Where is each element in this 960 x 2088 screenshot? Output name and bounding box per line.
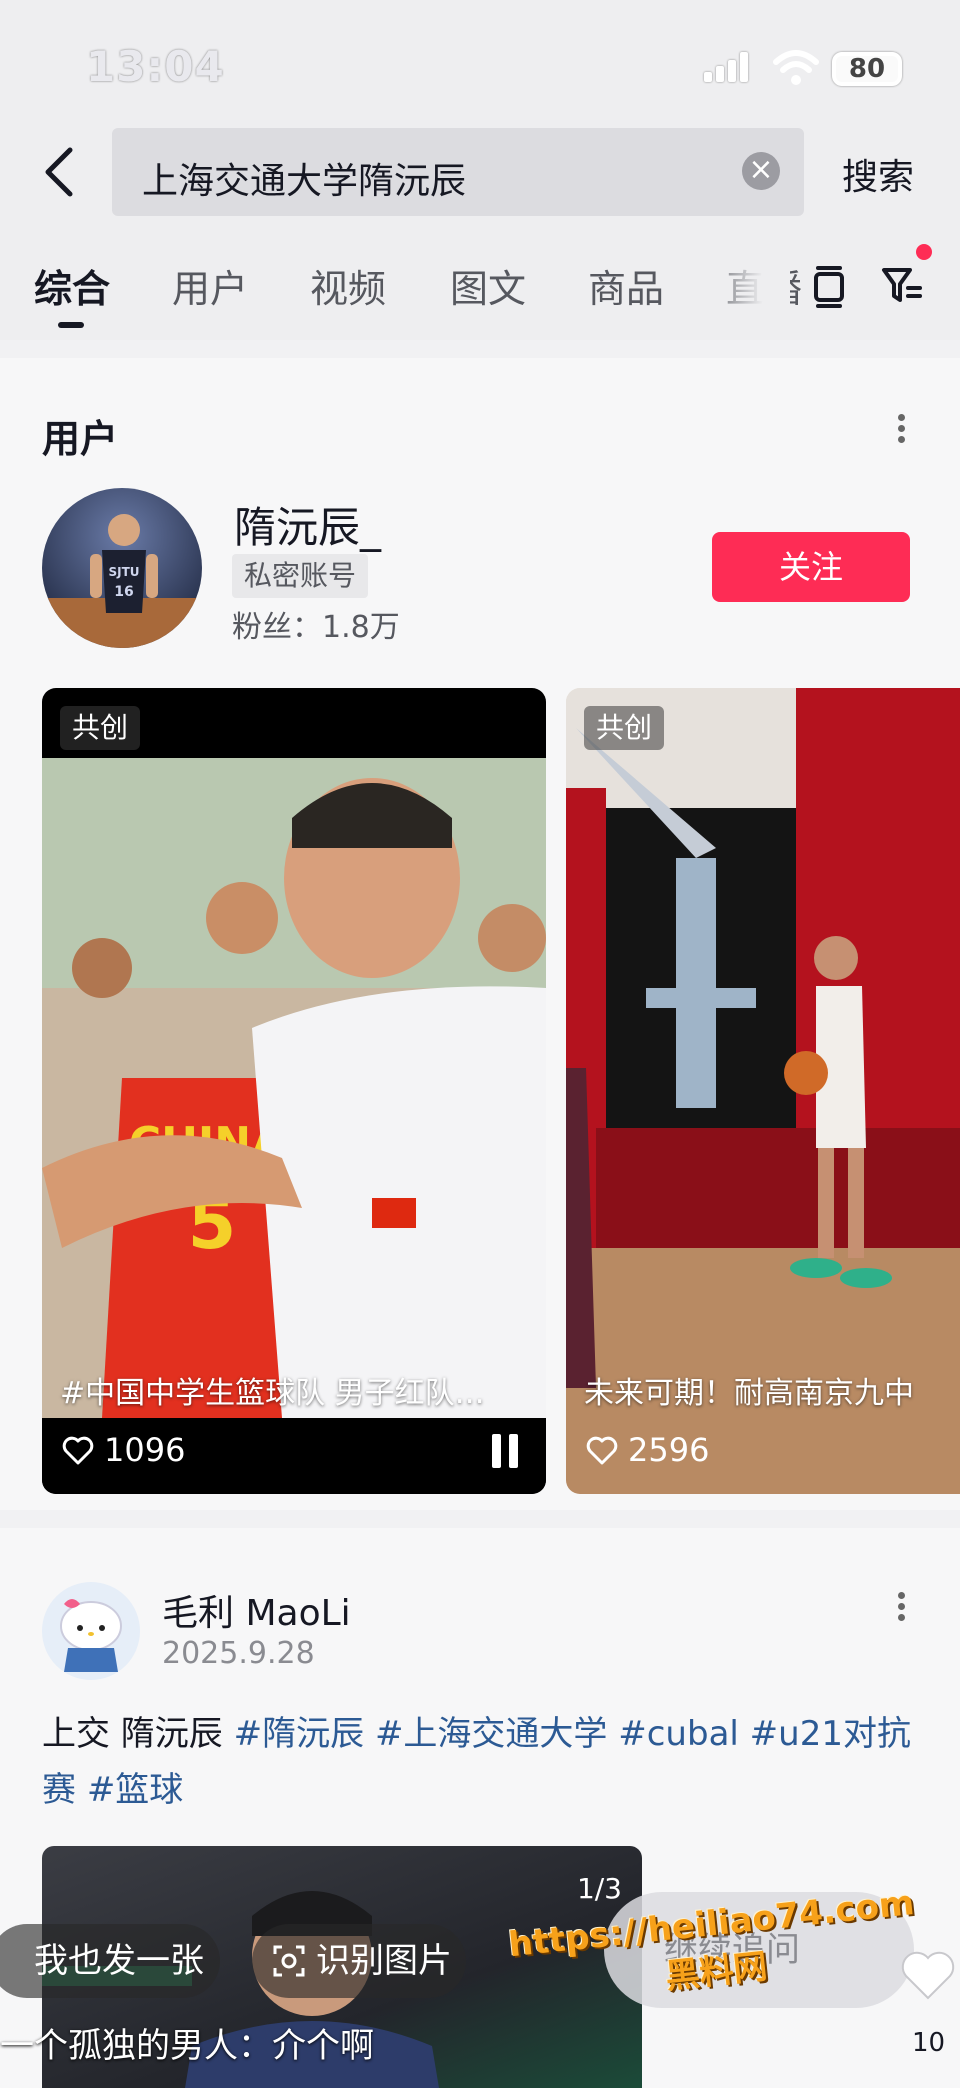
status-time: 13:04	[86, 42, 225, 91]
section-title: 用户	[42, 417, 119, 461]
video-thumbnail[interactable]: 共创 未来可期！耐高南京九中 2596	[566, 688, 960, 1494]
bottom-caption: 一个孤独的男人：介个啊	[0, 2026, 374, 2066]
heart-icon	[62, 1436, 94, 1465]
co-creation-tag: 共创	[584, 706, 665, 750]
cellular-signal-icon	[704, 52, 754, 82]
filter-notification-dot	[916, 244, 932, 260]
active-tab-indicator	[58, 322, 84, 328]
more-options-icon[interactable]	[886, 1588, 916, 1628]
battery-indicator: 80	[832, 52, 902, 86]
user-name[interactable]: 隋沅辰_	[234, 494, 381, 555]
post-text-plain: 上交 隋沅辰	[42, 1714, 234, 1754]
tab-images-text[interactable]: 图文	[450, 258, 526, 313]
video-likes: 2596	[586, 1428, 709, 1472]
back-arrow-icon[interactable]	[36, 142, 86, 202]
likes-count: 2596	[628, 1431, 710, 1469]
heart-icon	[586, 1436, 618, 1465]
hashtag[interactable]: #cubal	[618, 1714, 739, 1754]
search-query[interactable]: 上海交通大学隋沅辰	[142, 152, 466, 204]
chip-label: 我也发一张	[34, 1941, 204, 1981]
svg-text:SJTU: SJTU	[108, 565, 139, 579]
status-bar: 13:04 80	[0, 0, 960, 120]
tab-videos[interactable]: 视频	[310, 258, 386, 313]
follower-count: 粉丝：1.8万	[232, 610, 400, 645]
hashtag[interactable]: #上海交通大学	[375, 1714, 608, 1754]
tab-products[interactable]: 商品	[588, 258, 664, 313]
post-author[interactable]: 毛利 MaoLi	[162, 1584, 351, 1636]
user-result-card: 用户 SJTU 16 隋沅辰_ 私密账号 粉丝：1.8万 关注 CHINA 5	[0, 358, 960, 1510]
tab-fade	[700, 230, 790, 340]
pause-icon[interactable]	[490, 1432, 520, 1470]
co-creation-tag: 共创	[60, 706, 141, 750]
video-likes: 1096	[62, 1428, 185, 1472]
likes-count: 1096	[104, 1431, 186, 1469]
post-date: 2025.9.28	[162, 1636, 315, 1671]
private-account-badge: 私密账号	[232, 554, 369, 598]
tab-comprehensive[interactable]: 综合	[34, 258, 110, 313]
search-header: 上海交通大学隋沅辰 × 搜索	[0, 120, 960, 230]
result-tabs: 综合 用户 视频 图文 商品 直播	[0, 230, 960, 340]
video-caption: #中国中学生篮球队 男子红队…	[60, 1376, 485, 1411]
tab-users[interactable]: 用户	[172, 258, 248, 313]
recognize-image-chip[interactable]: 识别图片	[252, 1924, 466, 1998]
hashtag[interactable]: #隋沅辰	[234, 1714, 365, 1754]
follow-button[interactable]: 关注	[712, 532, 910, 602]
avatar[interactable]	[42, 1582, 140, 1680]
post-text: 上交 隋沅辰 #隋沅辰 #上海交通大学 #cubal #u21对抗赛 #篮球	[42, 1706, 922, 1818]
avatar[interactable]: SJTU 16	[42, 488, 202, 648]
video-caption: 未来可期！耐高南京九中	[584, 1376, 914, 1411]
clear-icon[interactable]: ×	[742, 152, 780, 190]
post-too-chip[interactable]: 我也发一张	[0, 1924, 220, 1998]
wifi-icon	[773, 50, 819, 85]
svg-text:16: 16	[114, 584, 133, 600]
video-thumbnail[interactable]: CHINA 5 共创 #中国中学生篮球队 男子红队… 1096	[42, 688, 546, 1494]
filter-icon[interactable]	[880, 262, 924, 308]
scan-icon	[273, 1945, 305, 1977]
layout-toggle-icon[interactable]	[810, 264, 848, 308]
hashtag[interactable]: #篮球	[87, 1770, 184, 1810]
search-input[interactable]: 上海交通大学隋沅辰 ×	[112, 128, 804, 216]
like-count: 10	[912, 2028, 946, 2058]
image-count: 1/3	[576, 1872, 622, 1905]
search-button[interactable]: 搜索	[842, 148, 914, 200]
more-options-icon[interactable]	[886, 410, 916, 450]
chip-label: 识别图片	[316, 1941, 452, 1981]
